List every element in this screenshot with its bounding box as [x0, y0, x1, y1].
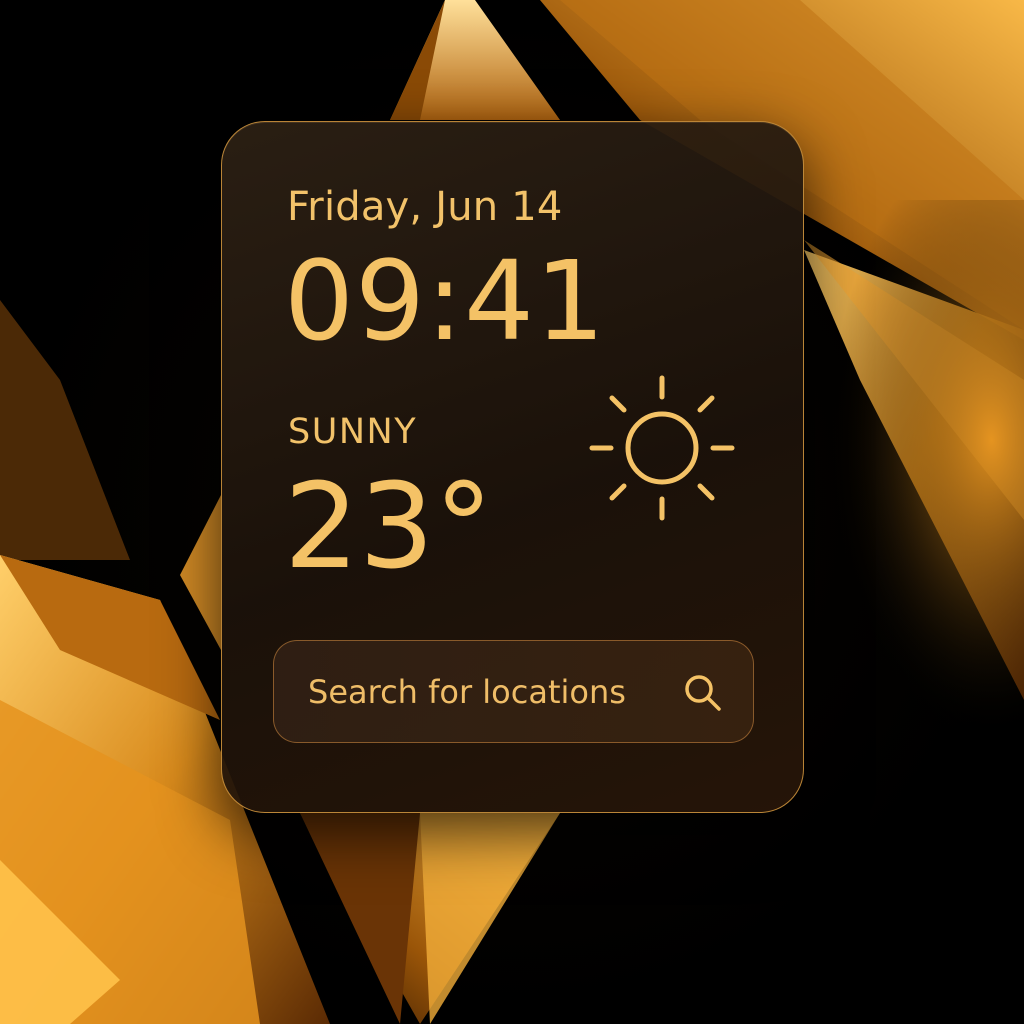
weather-widget: Friday, Jun 14 09:41 SUNNY 23°: [221, 121, 804, 813]
temperature: 23°: [284, 457, 494, 595]
search-icon[interactable]: [684, 674, 722, 712]
weather-condition: SUNNY: [288, 412, 418, 452]
sun-icon: [589, 375, 735, 521]
time-display: 09:41: [284, 237, 607, 365]
date-label: Friday, Jun 14: [287, 184, 563, 230]
location-search-bar[interactable]: [273, 640, 754, 743]
wallpaper: Friday, Jun 14 09:41 SUNNY 23°: [0, 0, 1024, 1024]
search-input[interactable]: [308, 641, 668, 742]
